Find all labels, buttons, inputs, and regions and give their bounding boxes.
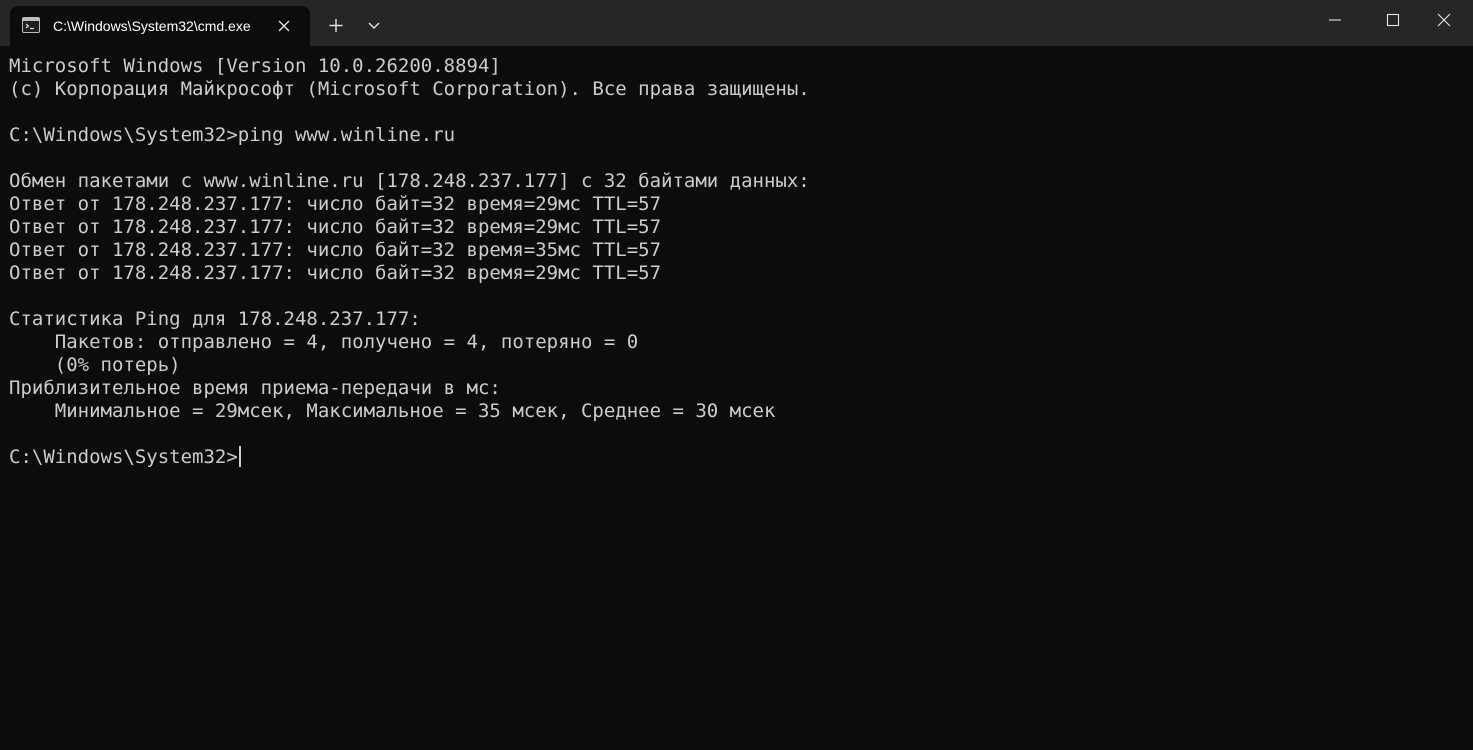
console-line: Ответ от 178.248.237.177: число байт=32 … (9, 193, 662, 215)
console-line: (c) Корпорация Майкрософт (Microsoft Cor… (9, 78, 810, 100)
minimize-button[interactable] (1306, 0, 1364, 40)
tab-title: C:\Windows\System32\cmd.exe (53, 18, 251, 34)
text-cursor (238, 446, 241, 467)
command-prompt: C:\Windows\System32> (9, 446, 238, 468)
prompt-line[interactable]: C:\Windows\System32> (9, 446, 1464, 469)
tab-close-icon[interactable] (274, 16, 294, 36)
console-line: C:\Windows\System32>ping www.winline.ru (9, 124, 456, 146)
title-bar[interactable]: C:\Windows\System32\cmd.exe (0, 0, 1473, 46)
console-line: Ответ от 178.248.237.177: число байт=32 … (9, 262, 662, 284)
console-line: Microsoft Windows [Version 10.0.26200.88… (9, 55, 501, 77)
console-line: Приблизительное время приема-передачи в … (9, 377, 501, 399)
maximize-button[interactable] (1364, 0, 1422, 40)
console-output[interactable]: Microsoft Windows [Version 10.0.26200.88… (9, 55, 1464, 745)
close-button[interactable] (1415, 0, 1473, 40)
console-line: (0% потерь) (9, 354, 181, 376)
maximize-icon (1386, 13, 1400, 27)
cmd-icon (22, 17, 40, 33)
tab-cmd[interactable]: C:\Windows\System32\cmd.exe (10, 6, 310, 46)
console-line: Обмен пакетами с www.winline.ru [178.248… (9, 170, 810, 192)
console-line: Минимальное = 29мсек, Максимальное = 35 … (9, 400, 776, 422)
console-line: Статистика Ping для 178.248.237.177: (9, 308, 421, 330)
console-line: Пакетов: отправлено = 4, получено = 4, п… (9, 331, 639, 353)
plus-icon[interactable] (322, 13, 350, 37)
console-line: Ответ от 178.248.237.177: число байт=32 … (9, 216, 662, 238)
console-line: Ответ от 178.248.237.177: число байт=32 … (9, 239, 662, 261)
chevron-down-icon[interactable] (362, 13, 386, 37)
minimize-icon (1329, 19, 1341, 21)
close-icon (1437, 13, 1451, 27)
terminal-window: C:\Windows\System32\cmd.exe Microsoft Wi… (0, 0, 1473, 750)
